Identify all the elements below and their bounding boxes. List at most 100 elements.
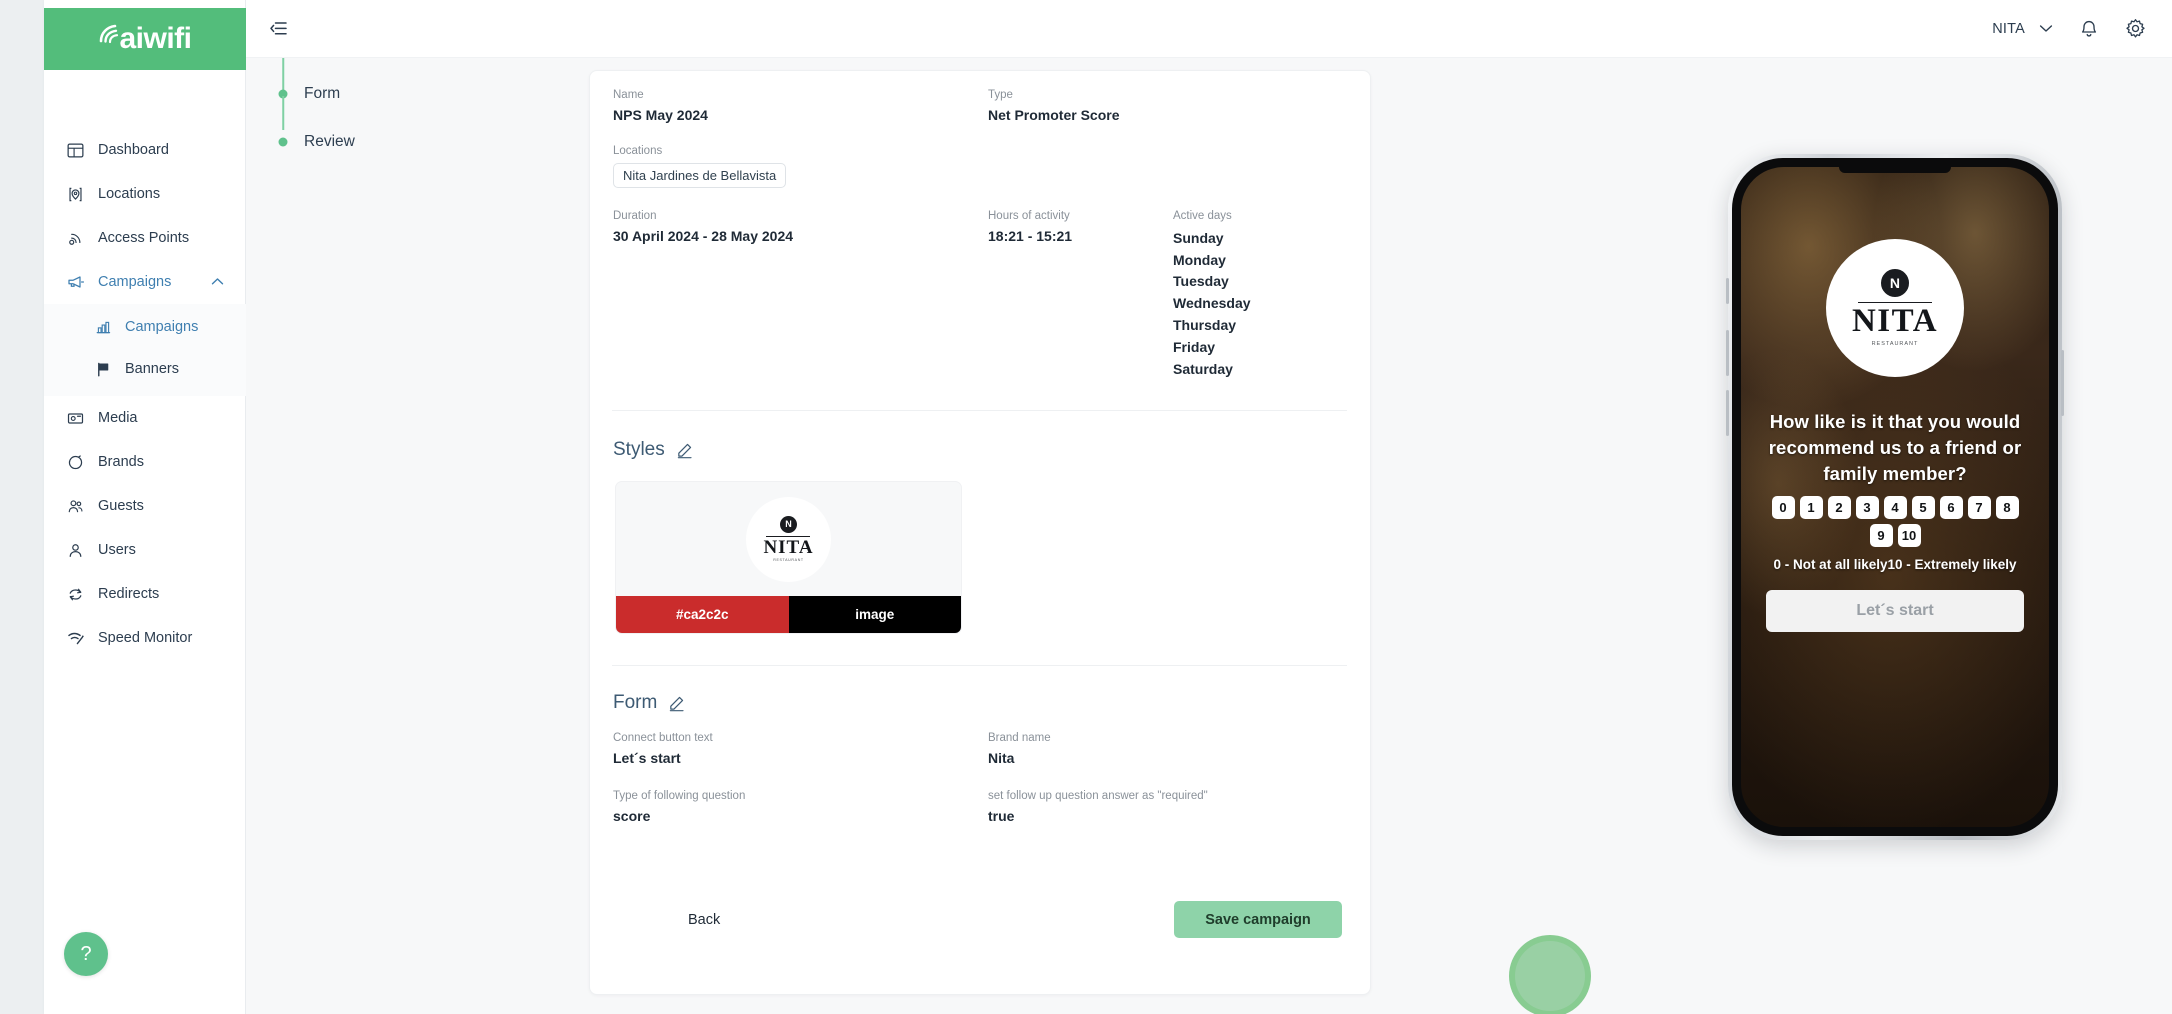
active-day: Wednesday: [1173, 295, 1251, 312]
step-dot: [278, 137, 288, 147]
preview-score-option[interactable]: 6: [1939, 496, 1963, 519]
preview-score-option[interactable]: 10: [1897, 524, 1921, 547]
app-logo-text: aiwifi: [119, 22, 192, 55]
top-bar: NITA: [246, 0, 2172, 58]
preview-score-option[interactable]: 1: [1799, 496, 1823, 519]
collapse-menu-icon[interactable]: [270, 21, 287, 36]
primary-color-swatch[interactable]: #ca2c2c: [616, 596, 789, 634]
app-logo[interactable]: aiwifi: [44, 8, 246, 70]
click-highlight-ring: [1509, 935, 1591, 1014]
back-button[interactable]: Back: [674, 904, 734, 936]
type-value: Net Promoter Score: [988, 106, 1120, 123]
pencil-icon[interactable]: [668, 695, 685, 712]
sidebar-item-access-points[interactable]: Access Points: [44, 216, 246, 260]
location-pin-icon: [66, 185, 85, 204]
sidebar-item-redirects[interactable]: Redirects: [44, 572, 246, 616]
redirects-icon: [66, 585, 85, 604]
question-type-value: score: [613, 807, 651, 824]
sidebar-subitem-campaigns[interactable]: Campaigns: [44, 306, 246, 348]
sidebar-item-guests[interactable]: Guests: [44, 484, 246, 528]
sidebar-item-speed-monitor[interactable]: Speed Monitor: [44, 616, 246, 660]
active-day: Sunday: [1173, 229, 1224, 246]
chevron-down-icon: [2039, 20, 2053, 38]
sidebar-item-label: Dashboard: [98, 142, 169, 158]
preview-score-option[interactable]: 4: [1883, 496, 1907, 519]
sidebar-subitem-banners[interactable]: Banners: [44, 348, 246, 390]
pencil-icon[interactable]: [676, 442, 693, 459]
active-days-list: Sunday Monday Tuesday Wednesday Thursday…: [1173, 228, 1251, 381]
preview-score-option[interactable]: 8: [1995, 496, 2019, 519]
section-divider: [612, 410, 1347, 412]
preview-score-option[interactable]: 2: [1827, 496, 1851, 519]
preview-score-option[interactable]: 9: [1869, 524, 1893, 547]
preview-connect-button[interactable]: Let´s start: [1766, 590, 2024, 632]
flag-icon: [94, 360, 113, 379]
form-section-title: Form: [613, 692, 658, 714]
megaphone-icon: [66, 273, 85, 292]
sidebar-item-label: Locations: [98, 186, 161, 202]
hours-label: Hours of activity: [988, 210, 1070, 223]
preview-score-buttons: 0 1 2 3 4 5 6 7 8 9 10: [1761, 496, 2029, 547]
sidebar-item-label: Campaigns: [98, 274, 172, 290]
location-chip[interactable]: Nita Jardines de Bellavista: [613, 163, 787, 189]
preview-score-option[interactable]: 3: [1855, 496, 1879, 519]
brand-name-label: Brand name: [988, 732, 1051, 745]
preview-brand-logo: N NITA RESTAURANT: [1826, 239, 1964, 377]
required-setting-value: true: [988, 807, 1015, 824]
guests-icon: [66, 497, 85, 516]
required-setting-label: set follow up question answer as "requir…: [988, 789, 1208, 802]
account-name: NITA: [1992, 20, 2025, 37]
sidebar-item-brands[interactable]: Brands: [44, 440, 246, 484]
sidebar-item-label: Redirects: [98, 586, 160, 602]
step-connector: [282, 96, 284, 130]
phone-screen: N NITA RESTAURANT How like is it that yo…: [1741, 167, 2049, 827]
page-body: Form Review Name NPS May 2024 Type Net P…: [246, 58, 2172, 1014]
active-day: Monday: [1173, 251, 1226, 268]
step-review[interactable]: Review: [264, 96, 564, 166]
preview-score-option[interactable]: 0: [1771, 496, 1795, 519]
sidebar-subitem-label: Banners: [125, 361, 180, 377]
locations-label: Locations: [613, 145, 663, 158]
sidebar-item-label: Brands: [98, 454, 144, 470]
help-button[interactable]: ?: [64, 932, 108, 976]
dashboard-icon: [66, 141, 85, 160]
sidebar-item-campaigns[interactable]: Campaigns: [44, 260, 246, 304]
media-icon: [66, 409, 85, 428]
sidebar-item-locations[interactable]: Locations: [44, 172, 246, 216]
campaigns-submenu: Campaigns Banners: [44, 304, 246, 396]
background-type-cell[interactable]: image: [788, 596, 961, 634]
styles-section-title: Styles: [613, 439, 665, 461]
preview-score-legend: 0 - Not at all likely10 - Extremely like…: [1773, 557, 2017, 572]
active-days-label: Active days: [1173, 210, 1232, 223]
active-day: Friday: [1173, 338, 1216, 355]
sidebar-item-dashboard[interactable]: Dashboard: [44, 128, 246, 172]
save-campaign-button[interactable]: Save campaign: [1174, 901, 1342, 938]
phone-mute-switch: [1726, 278, 1729, 304]
phone-preview: N NITA RESTAURANT How like is it that yo…: [1726, 154, 2064, 840]
type-label: Type: [988, 89, 1013, 101]
preview-score-option[interactable]: 7: [1967, 496, 1991, 519]
step-form[interactable]: Form: [264, 58, 564, 118]
access-point-icon: [66, 229, 85, 248]
phone-volume-up-button: [1726, 330, 1729, 376]
step-label: Form: [304, 85, 341, 102]
sidebar-item-label: Guests: [98, 498, 144, 514]
account-menu[interactable]: NITA: [1992, 20, 2053, 38]
sidebar-item-label: Speed Monitor: [98, 630, 193, 646]
sidebar-nav: Dashboard Locations Access Points Campai…: [44, 128, 246, 660]
phone-volume-down-button: [1726, 390, 1729, 436]
nita-logo: N NITA RESTAURANT: [1852, 268, 1938, 348]
sidebar-item-media[interactable]: Media: [44, 396, 246, 440]
section-divider: [612, 665, 1347, 667]
chevron-up-icon[interactable]: [211, 273, 224, 291]
step-label: Review: [304, 133, 355, 150]
connect-button-text-label: Connect button text: [613, 732, 713, 745]
nita-sub: RESTAURANT: [773, 558, 804, 563]
nita-logo: N NITA RESTAURANT: [763, 516, 813, 563]
gear-icon[interactable]: [2125, 18, 2146, 39]
question-type-label: Type of following question: [613, 789, 746, 802]
active-day: Tuesday: [1173, 273, 1229, 290]
sidebar-item-users[interactable]: Users: [44, 528, 246, 572]
preview-score-option[interactable]: 5: [1911, 496, 1935, 519]
bell-icon[interactable]: [2079, 18, 2099, 39]
